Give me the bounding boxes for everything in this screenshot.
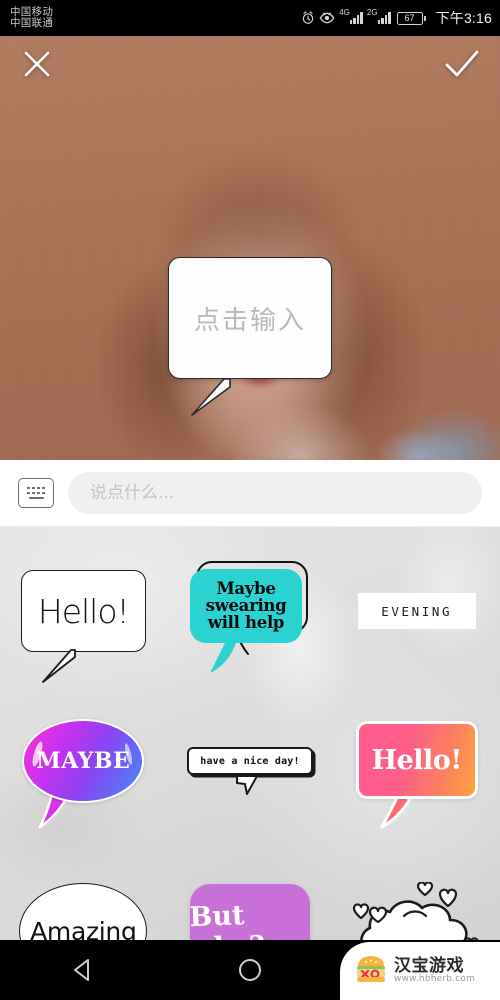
- sticker-label: EVENING: [381, 603, 453, 619]
- signal-2g-icon: 2G: [367, 8, 391, 24]
- watermark-brand: 汉宝游戏: [394, 956, 464, 976]
- battery-icon: 67: [396, 11, 426, 25]
- text-bubble-placeholder[interactable]: 点击输入: [168, 257, 332, 379]
- sticker-item-meow[interactable]: meow: [333, 851, 500, 940]
- watermark-url: www.hbherb.com: [394, 974, 476, 985]
- sticker-label: MAYBE: [36, 748, 131, 774]
- watermark-badge: 汉宝游戏 www.hbherb.com: [340, 942, 500, 1000]
- bubble-tail-icon: [378, 793, 416, 834]
- sticker-text-field[interactable]: [68, 472, 482, 514]
- sticker-item-have-a-nice-day[interactable]: have a nice day!: [167, 691, 334, 851]
- sticker-item-hello-pink[interactable]: Hello!: [333, 691, 500, 851]
- text-input-bar: [0, 460, 500, 527]
- sticker-label-line3: will help: [207, 612, 285, 632]
- burger-logo-icon: [354, 954, 388, 989]
- carrier-labels: 中国移动 中国联通: [10, 6, 54, 30]
- phone-screen: 中国移动 中国联通 4G 2G 67 下午3:16 点击输入 说点什么... H…: [0, 0, 500, 1000]
- battery-level: 67: [404, 13, 415, 23]
- sticker-item-but-why[interactable]: But why?: [167, 851, 334, 940]
- back-icon[interactable]: [51, 947, 115, 993]
- signal-4g-icon: 4G: [339, 8, 363, 24]
- sticker-item-amazing[interactable]: Amazing: [0, 851, 167, 940]
- editor-toolbar: [0, 36, 500, 96]
- eye-icon: [319, 11, 335, 25]
- cloud-bubble-icon: [352, 881, 482, 940]
- status-icons: 4G 2G 67 下午3:16: [301, 8, 492, 28]
- status-clock: 下午3:16: [435, 10, 492, 26]
- keyboard-icon[interactable]: [18, 478, 54, 508]
- photo-canvas[interactable]: 点击输入: [0, 36, 500, 460]
- sticker-label: have a nice day!: [200, 755, 300, 767]
- sticker-item-maybe-swearing[interactable]: Maybe swearing will help: [167, 531, 334, 691]
- sticker-panel: Hello! Maybe swearing will help EVENING …: [0, 527, 500, 940]
- photo-texture: [0, 36, 500, 460]
- bubble-tail-icon: [41, 648, 81, 689]
- bubble-tail-icon: [206, 639, 240, 680]
- sticker-grid: Hello! Maybe swearing will help EVENING …: [0, 527, 500, 940]
- sticker-label: Hello!: [37, 591, 130, 631]
- sticker-label: But why?: [188, 900, 266, 940]
- alarm-clock-icon: [301, 11, 315, 25]
- sticker-item-hello-outline[interactable]: Hello!: [0, 531, 167, 691]
- bubble-tail-icon: [235, 774, 261, 803]
- bubble-tail-icon: [190, 377, 236, 422]
- sticker-item-evening[interactable]: EVENING: [333, 531, 500, 691]
- close-icon[interactable]: [20, 47, 54, 86]
- bubble-placeholder-text: 点击输入: [193, 305, 306, 336]
- sticker-label: Amazing: [30, 916, 137, 941]
- carrier-secondary: 中国联通: [10, 17, 54, 29]
- confirm-check-icon[interactable]: [444, 49, 480, 84]
- sticker-label: Hello!: [371, 744, 463, 776]
- status-bar: 中国移动 中国联通 4G 2G 67 下午3:16: [0, 0, 500, 36]
- sticker-item-maybe-gradient[interactable]: MAYBE: [0, 691, 167, 851]
- home-icon[interactable]: [218, 947, 282, 993]
- search-input[interactable]: [90, 483, 460, 503]
